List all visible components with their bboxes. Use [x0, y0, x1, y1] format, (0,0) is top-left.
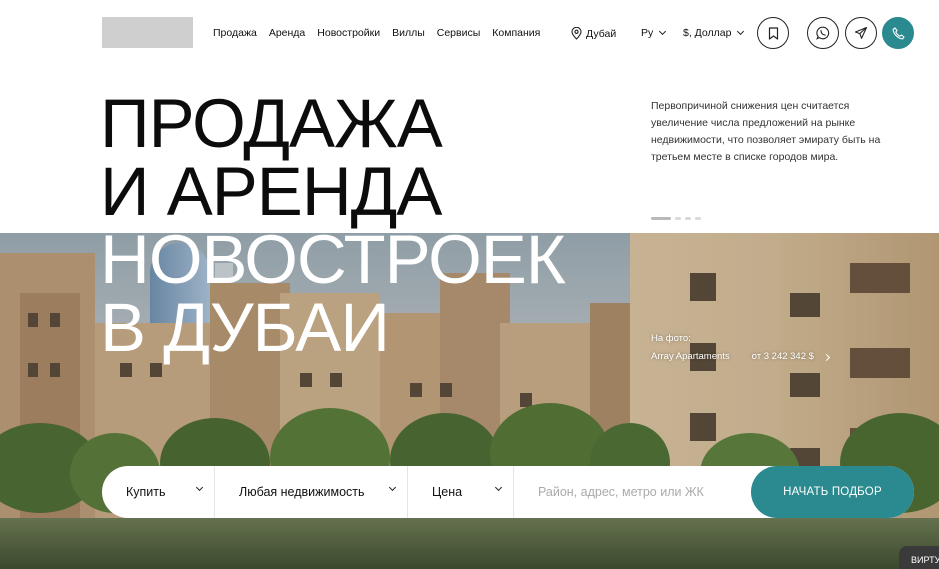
- nav-item-rent[interactable]: Аренда: [269, 27, 305, 39]
- photo-caption: На фото: Array Apartaments от 3 242 342 …: [651, 330, 830, 366]
- currency-label: $, Доллар: [683, 27, 732, 39]
- nav-item-villas[interactable]: Виллы: [392, 27, 425, 39]
- phone-button[interactable]: [882, 17, 914, 49]
- deal-type-value: Купить: [126, 485, 166, 499]
- chevron-down-icon: [737, 27, 745, 36]
- slider-dot[interactable]: [675, 217, 681, 220]
- language-selector[interactable]: Ру: [641, 27, 667, 39]
- whatsapp-icon: [816, 26, 830, 40]
- nav-item-company[interactable]: Компания: [492, 27, 540, 39]
- main-nav: Продажа Аренда Новостройки Виллы Сервисы…: [213, 27, 552, 39]
- headline-line-3: НОВОСТРОЕК: [100, 221, 566, 298]
- property-type-select[interactable]: Любая недвижимость: [215, 466, 408, 518]
- chevron-right-icon: [822, 353, 830, 361]
- whatsapp-button[interactable]: [807, 17, 839, 49]
- price-select[interactable]: Цена: [408, 466, 514, 518]
- page: Продажа Аренда Новостройки Виллы Сервисы…: [0, 0, 939, 569]
- slider-pagination: [651, 217, 701, 220]
- virtual-tour-tab[interactable]: ВИРТУ: [899, 546, 939, 569]
- city-label: Дубай: [586, 27, 617, 40]
- caption-link[interactable]: Array Apartaments от 3 242 342 $: [651, 348, 830, 366]
- bookmark-icon: [768, 26, 778, 40]
- slider-dot[interactable]: [695, 217, 701, 220]
- caption-label: На фото:: [651, 333, 691, 344]
- favorites-button[interactable]: [757, 17, 789, 49]
- telegram-icon: [854, 26, 868, 39]
- price-value: Цена: [432, 485, 463, 499]
- headline-line-4: В ДУБАИ: [100, 289, 390, 366]
- headline-line-1: ПРОДАЖА: [100, 85, 443, 162]
- slider-dot[interactable]: [685, 217, 691, 220]
- hero-description: Первопричиной снижения цен считается уве…: [651, 100, 881, 163]
- language-label: Ру: [641, 27, 654, 39]
- chevron-down-icon: [659, 27, 667, 36]
- chevron-down-icon: [494, 483, 503, 492]
- logo-placeholder[interactable]: [102, 17, 193, 48]
- slider-dot[interactable]: [651, 217, 671, 220]
- hero-headline: ПРОДАЖА И АРЕНДА НОВОСТРОЕК В ДУБАИ: [100, 85, 566, 366]
- nav-item-services[interactable]: Сервисы: [437, 27, 481, 39]
- chevron-down-icon: [195, 483, 204, 492]
- nav-item-sale[interactable]: Продажа: [213, 27, 257, 39]
- nav-item-new-buildings[interactable]: Новостройки: [317, 27, 380, 39]
- currency-selector[interactable]: $, Доллар: [683, 27, 745, 39]
- caption-price: от 3 242 342 $: [751, 351, 814, 362]
- deal-type-select[interactable]: Купить: [102, 466, 215, 518]
- headline-line-2: И АРЕНДА: [100, 153, 442, 230]
- site-header: Продажа Аренда Новостройки Виллы Сервисы…: [0, 0, 939, 66]
- telegram-button[interactable]: [845, 17, 877, 49]
- phone-icon: [892, 26, 905, 39]
- location-pin-icon: [571, 27, 582, 40]
- search-placeholder: Район, адрес, метро или ЖК: [538, 485, 704, 499]
- property-type-value: Любая недвижимость: [239, 485, 365, 499]
- chevron-down-icon: [388, 483, 397, 492]
- caption-project-name: Array Apartaments: [651, 351, 730, 362]
- start-search-button[interactable]: НАЧАТЬ ПОДБОР: [751, 466, 914, 518]
- city-selector[interactable]: Дубай: [571, 27, 616, 40]
